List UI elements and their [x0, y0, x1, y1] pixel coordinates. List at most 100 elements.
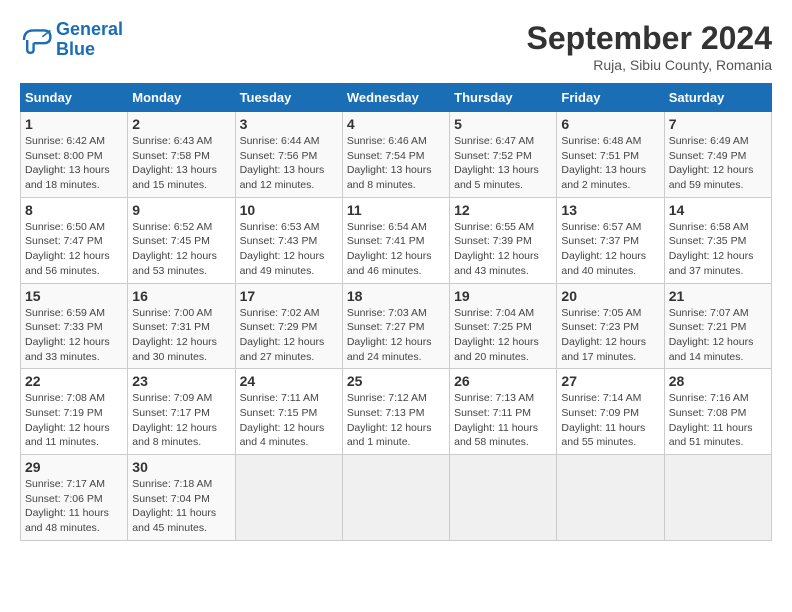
day-info: Sunrise: 7:05 AM Sunset: 7:23 PM Dayligh… — [561, 306, 659, 365]
weekday-header-monday: Monday — [128, 84, 235, 112]
day-number: 2 — [132, 116, 230, 132]
day-number: 29 — [25, 459, 123, 475]
weekday-row: SundayMondayTuesdayWednesdayThursdayFrid… — [21, 84, 772, 112]
day-info: Sunrise: 6:52 AM Sunset: 7:45 PM Dayligh… — [132, 220, 230, 279]
calendar-cell: 7 Sunrise: 6:49 AM Sunset: 7:49 PM Dayli… — [664, 112, 771, 198]
calendar-body: 1 Sunrise: 6:42 AM Sunset: 8:00 PM Dayli… — [21, 112, 772, 541]
day-number: 3 — [240, 116, 338, 132]
calendar-cell: 6 Sunrise: 6:48 AM Sunset: 7:51 PM Dayli… — [557, 112, 664, 198]
day-number: 12 — [454, 202, 552, 218]
day-info: Sunrise: 7:16 AM Sunset: 7:08 PM Dayligh… — [669, 391, 767, 450]
day-info: Sunrise: 7:03 AM Sunset: 7:27 PM Dayligh… — [347, 306, 445, 365]
day-number: 18 — [347, 288, 445, 304]
day-number: 28 — [669, 373, 767, 389]
day-number: 21 — [669, 288, 767, 304]
calendar-cell: 10 Sunrise: 6:53 AM Sunset: 7:43 PM Dayl… — [235, 197, 342, 283]
calendar-cell: 23 Sunrise: 7:09 AM Sunset: 7:17 PM Dayl… — [128, 369, 235, 455]
day-number: 16 — [132, 288, 230, 304]
logo: General Blue — [20, 20, 123, 60]
calendar-cell — [450, 455, 557, 541]
calendar-cell: 19 Sunrise: 7:04 AM Sunset: 7:25 PM Dayl… — [450, 283, 557, 369]
day-number: 11 — [347, 202, 445, 218]
calendar-cell: 22 Sunrise: 7:08 AM Sunset: 7:19 PM Dayl… — [21, 369, 128, 455]
calendar-cell: 30 Sunrise: 7:18 AM Sunset: 7:04 PM Dayl… — [128, 455, 235, 541]
calendar-week-1: 1 Sunrise: 6:42 AM Sunset: 8:00 PM Dayli… — [21, 112, 772, 198]
calendar-cell: 25 Sunrise: 7:12 AM Sunset: 7:13 PM Dayl… — [342, 369, 449, 455]
calendar-cell: 12 Sunrise: 6:55 AM Sunset: 7:39 PM Dayl… — [450, 197, 557, 283]
day-info: Sunrise: 7:00 AM Sunset: 7:31 PM Dayligh… — [132, 306, 230, 365]
day-info: Sunrise: 7:07 AM Sunset: 7:21 PM Dayligh… — [669, 306, 767, 365]
day-number: 23 — [132, 373, 230, 389]
day-number: 14 — [669, 202, 767, 218]
calendar-cell: 29 Sunrise: 7:17 AM Sunset: 7:06 PM Dayl… — [21, 455, 128, 541]
calendar-cell: 24 Sunrise: 7:11 AM Sunset: 7:15 PM Dayl… — [235, 369, 342, 455]
day-info: Sunrise: 6:50 AM Sunset: 7:47 PM Dayligh… — [25, 220, 123, 279]
day-number: 27 — [561, 373, 659, 389]
weekday-header-friday: Friday — [557, 84, 664, 112]
calendar-header: SundayMondayTuesdayWednesdayThursdayFrid… — [21, 84, 772, 112]
calendar-cell: 11 Sunrise: 6:54 AM Sunset: 7:41 PM Dayl… — [342, 197, 449, 283]
weekday-header-tuesday: Tuesday — [235, 84, 342, 112]
calendar-cell: 2 Sunrise: 6:43 AM Sunset: 7:58 PM Dayli… — [128, 112, 235, 198]
day-number: 24 — [240, 373, 338, 389]
day-info: Sunrise: 6:47 AM Sunset: 7:52 PM Dayligh… — [454, 134, 552, 193]
day-info: Sunrise: 7:14 AM Sunset: 7:09 PM Dayligh… — [561, 391, 659, 450]
calendar-cell: 8 Sunrise: 6:50 AM Sunset: 7:47 PM Dayli… — [21, 197, 128, 283]
calendar-cell: 15 Sunrise: 6:59 AM Sunset: 7:33 PM Dayl… — [21, 283, 128, 369]
calendar-cell: 16 Sunrise: 7:00 AM Sunset: 7:31 PM Dayl… — [128, 283, 235, 369]
calendar-cell: 5 Sunrise: 6:47 AM Sunset: 7:52 PM Dayli… — [450, 112, 557, 198]
calendar-cell: 18 Sunrise: 7:03 AM Sunset: 7:27 PM Dayl… — [342, 283, 449, 369]
day-info: Sunrise: 7:18 AM Sunset: 7:04 PM Dayligh… — [132, 477, 230, 536]
day-number: 25 — [347, 373, 445, 389]
calendar-cell: 9 Sunrise: 6:52 AM Sunset: 7:45 PM Dayli… — [128, 197, 235, 283]
day-info: Sunrise: 7:09 AM Sunset: 7:17 PM Dayligh… — [132, 391, 230, 450]
weekday-header-saturday: Saturday — [664, 84, 771, 112]
calendar-cell — [664, 455, 771, 541]
day-info: Sunrise: 6:42 AM Sunset: 8:00 PM Dayligh… — [25, 134, 123, 193]
day-number: 7 — [669, 116, 767, 132]
day-info: Sunrise: 6:59 AM Sunset: 7:33 PM Dayligh… — [25, 306, 123, 365]
day-number: 20 — [561, 288, 659, 304]
day-number: 10 — [240, 202, 338, 218]
weekday-header-sunday: Sunday — [21, 84, 128, 112]
day-info: Sunrise: 7:08 AM Sunset: 7:19 PM Dayligh… — [25, 391, 123, 450]
calendar-week-2: 8 Sunrise: 6:50 AM Sunset: 7:47 PM Dayli… — [21, 197, 772, 283]
calendar-cell — [235, 455, 342, 541]
calendar-cell: 14 Sunrise: 6:58 AM Sunset: 7:35 PM Dayl… — [664, 197, 771, 283]
day-number: 13 — [561, 202, 659, 218]
calendar-week-4: 22 Sunrise: 7:08 AM Sunset: 7:19 PM Dayl… — [21, 369, 772, 455]
day-number: 8 — [25, 202, 123, 218]
calendar-cell: 28 Sunrise: 7:16 AM Sunset: 7:08 PM Dayl… — [664, 369, 771, 455]
day-info: Sunrise: 6:44 AM Sunset: 7:56 PM Dayligh… — [240, 134, 338, 193]
day-info: Sunrise: 7:02 AM Sunset: 7:29 PM Dayligh… — [240, 306, 338, 365]
calendar-cell: 21 Sunrise: 7:07 AM Sunset: 7:21 PM Dayl… — [664, 283, 771, 369]
day-number: 5 — [454, 116, 552, 132]
calendar-cell: 1 Sunrise: 6:42 AM Sunset: 8:00 PM Dayli… — [21, 112, 128, 198]
day-number: 30 — [132, 459, 230, 475]
month-title: September 2024 — [527, 20, 772, 57]
calendar-table: SundayMondayTuesdayWednesdayThursdayFrid… — [20, 83, 772, 541]
weekday-header-wednesday: Wednesday — [342, 84, 449, 112]
day-info: Sunrise: 6:55 AM Sunset: 7:39 PM Dayligh… — [454, 220, 552, 279]
day-info: Sunrise: 6:43 AM Sunset: 7:58 PM Dayligh… — [132, 134, 230, 193]
day-info: Sunrise: 6:46 AM Sunset: 7:54 PM Dayligh… — [347, 134, 445, 193]
day-info: Sunrise: 6:58 AM Sunset: 7:35 PM Dayligh… — [669, 220, 767, 279]
day-number: 19 — [454, 288, 552, 304]
logo-general: General — [56, 19, 123, 39]
day-info: Sunrise: 6:57 AM Sunset: 7:37 PM Dayligh… — [561, 220, 659, 279]
calendar-cell: 13 Sunrise: 6:57 AM Sunset: 7:37 PM Dayl… — [557, 197, 664, 283]
calendar-cell: 3 Sunrise: 6:44 AM Sunset: 7:56 PM Dayli… — [235, 112, 342, 198]
day-info: Sunrise: 7:13 AM Sunset: 7:11 PM Dayligh… — [454, 391, 552, 450]
page-header: General Blue September 2024 Ruja, Sibiu … — [20, 20, 772, 73]
day-info: Sunrise: 6:54 AM Sunset: 7:41 PM Dayligh… — [347, 220, 445, 279]
day-number: 4 — [347, 116, 445, 132]
day-info: Sunrise: 6:48 AM Sunset: 7:51 PM Dayligh… — [561, 134, 659, 193]
day-number: 9 — [132, 202, 230, 218]
day-info: Sunrise: 7:04 AM Sunset: 7:25 PM Dayligh… — [454, 306, 552, 365]
calendar-week-5: 29 Sunrise: 7:17 AM Sunset: 7:06 PM Dayl… — [21, 455, 772, 541]
calendar-cell — [342, 455, 449, 541]
day-number: 1 — [25, 116, 123, 132]
weekday-header-thursday: Thursday — [450, 84, 557, 112]
calendar-cell: 26 Sunrise: 7:13 AM Sunset: 7:11 PM Dayl… — [450, 369, 557, 455]
calendar-cell: 4 Sunrise: 6:46 AM Sunset: 7:54 PM Dayli… — [342, 112, 449, 198]
